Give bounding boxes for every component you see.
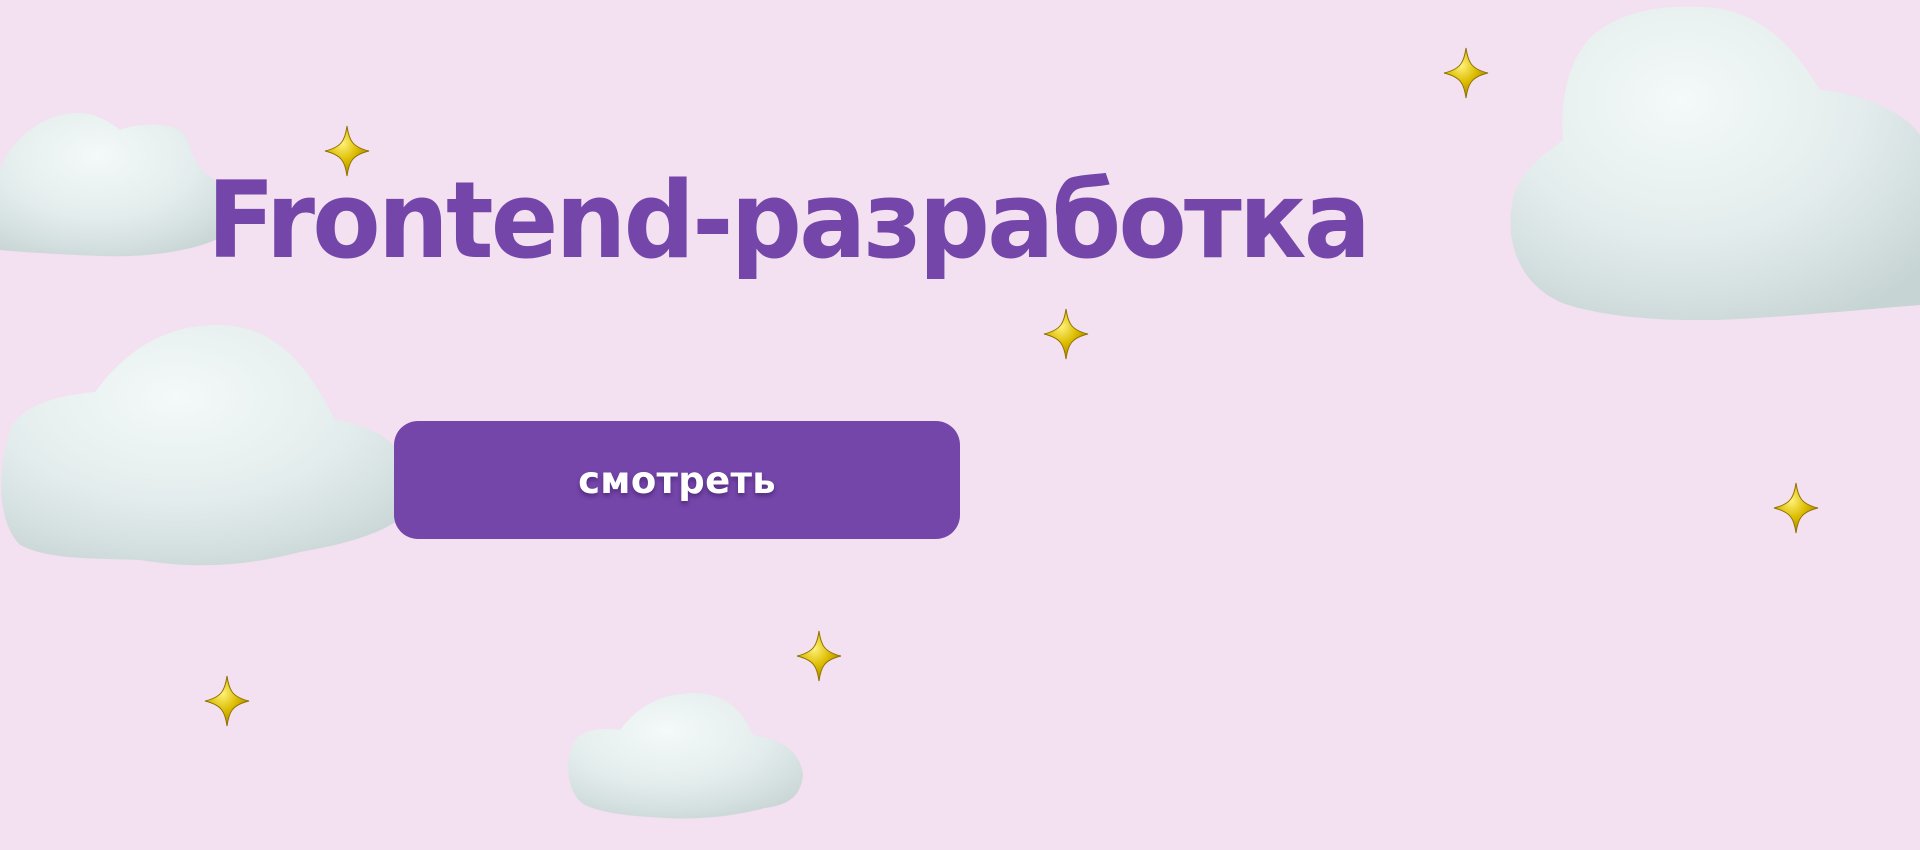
sparkle-icon [1443,47,1489,99]
sparkle-icon [1773,482,1819,534]
cloud-icon [1,324,419,566]
watch-button-label: смотреть [578,458,776,502]
page-title: Frontend-разработка [207,159,1371,282]
sparkle-icon [796,630,842,682]
cloud-icon [568,692,803,819]
cloud-icon [1510,6,1920,320]
sparkle-icon [1043,308,1089,360]
hero-section: Frontend-разработка смотреть [0,0,1920,850]
watch-button[interactable]: смотреть [394,421,960,539]
cloud-icon [0,112,231,257]
sparkle-icon [204,675,250,727]
